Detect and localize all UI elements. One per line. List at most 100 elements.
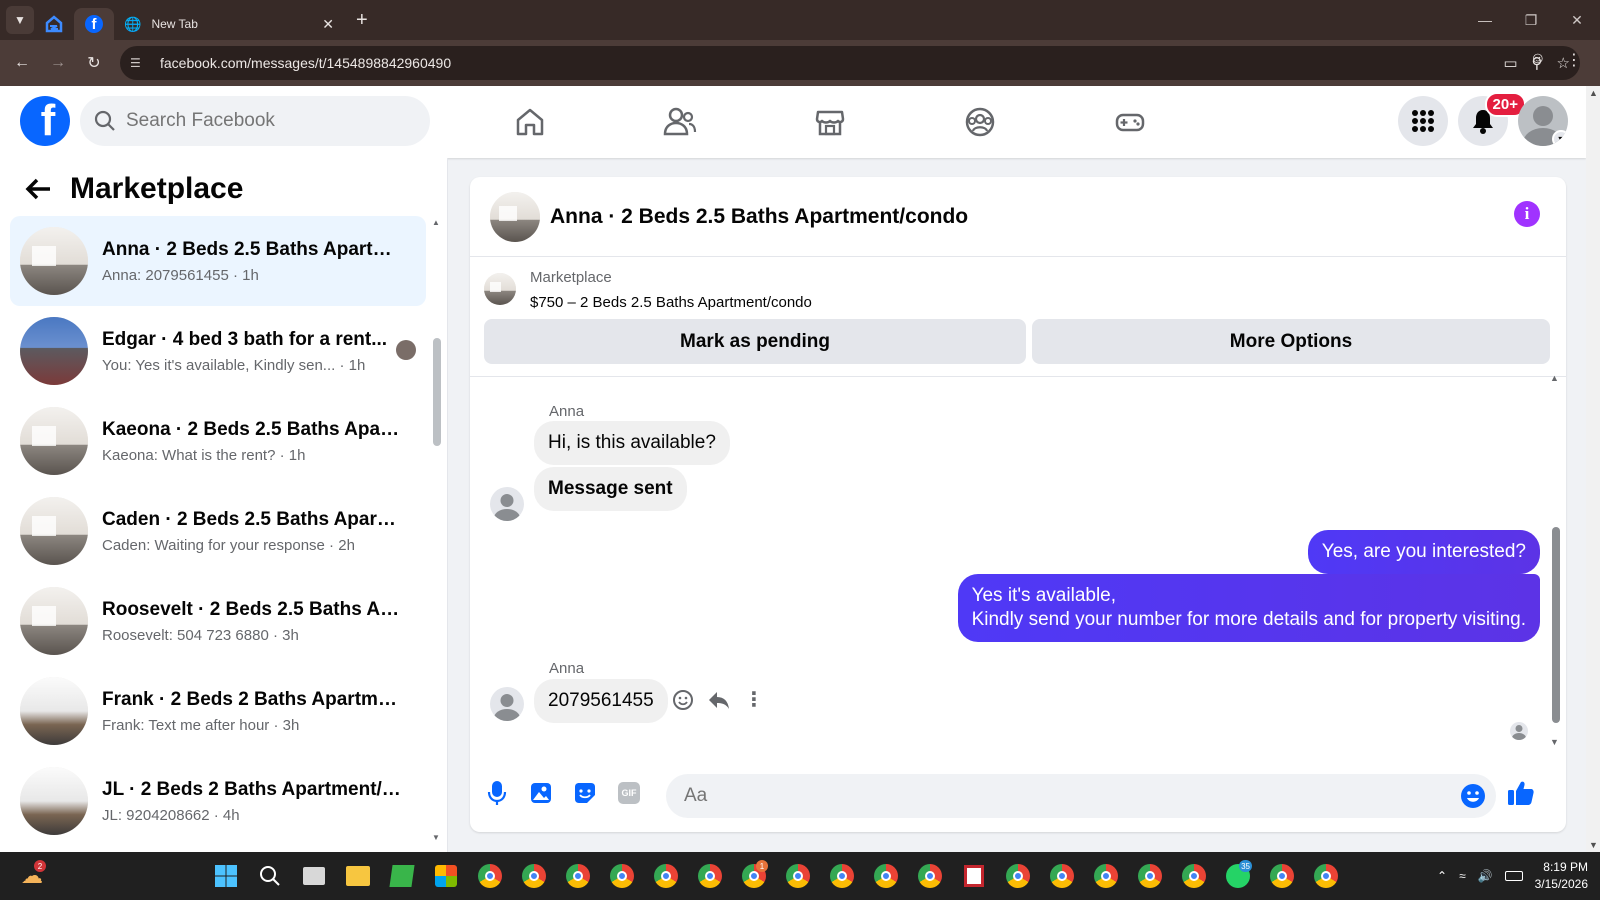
address-bar[interactable]: ☰ facebook.com/messages/t/14548988429604…: [120, 46, 1580, 80]
conversation-item[interactable]: Edgar · 4 bed 3 bath for a rent... You: …: [10, 306, 426, 396]
forward-button[interactable]: →: [40, 45, 76, 81]
close-tab-icon[interactable]: ✕: [322, 16, 334, 33]
taskbar-chrome[interactable]: [1090, 860, 1122, 892]
notifications-button[interactable]: 20+: [1458, 92, 1526, 146]
taskbar-chrome[interactable]: [914, 860, 946, 892]
account-avatar[interactable]: ▼: [1518, 96, 1568, 146]
message-bubble[interactable]: Hi, is this available?: [534, 421, 730, 465]
scrollbar-thumb[interactable]: [433, 338, 441, 446]
tab-pinned-zillow[interactable]: [34, 8, 74, 40]
taskbar-whatsapp[interactable]: 35: [1222, 860, 1254, 892]
profile-icon[interactable]: ☺: [1530, 50, 1546, 68]
send-like-button[interactable]: [1506, 778, 1536, 808]
nav-marketplace[interactable]: [755, 94, 905, 150]
conversation-item[interactable]: Frank · 2 Beds 2 Baths Apartmen... Frank…: [10, 666, 426, 756]
nav-home[interactable]: [455, 94, 605, 150]
page-scrollbar[interactable]: ▲ ▼: [1586, 86, 1600, 852]
conversation-item[interactable]: Caden · 2 Beds 2.5 Baths Apartm... Caden…: [10, 486, 426, 576]
taskbar-chrome[interactable]: [1046, 860, 1078, 892]
my-message-bubble[interactable]: Yes, are you interested?: [1307, 530, 1540, 574]
scroll-down-icon[interactable]: ▼: [432, 833, 440, 842]
more-options-button[interactable]: More Options: [1032, 319, 1550, 364]
close-window-icon[interactable]: ✕: [1554, 0, 1600, 40]
taskbar-chrome[interactable]: [518, 860, 550, 892]
taskbar-app[interactable]: [386, 860, 418, 892]
clock[interactable]: 8:19 PM 3/15/2026: [1535, 859, 1588, 893]
minimize-icon[interactable]: —: [1462, 0, 1508, 40]
restore-icon[interactable]: ❐: [1508, 0, 1554, 40]
mark-as-pending-button[interactable]: Mark as pending: [484, 319, 1026, 364]
sticker-button[interactable]: [570, 778, 600, 808]
reload-button[interactable]: ↻: [76, 45, 112, 81]
conversation-item[interactable]: Kaeona · 2 Beds 2.5 Baths Apart... Kaeon…: [10, 396, 426, 486]
taskbar-chrome[interactable]: [474, 860, 506, 892]
scrollbar-thumb[interactable]: [1552, 527, 1560, 723]
new-tab-button[interactable]: +: [356, 9, 368, 32]
taskbar-search[interactable]: [254, 860, 286, 892]
scroll-up-icon[interactable]: ▲: [1550, 373, 1559, 383]
reply-icon[interactable]: [708, 690, 730, 710]
react-emoji-icon[interactable]: [672, 689, 694, 711]
nav-friends[interactable]: [605, 94, 755, 150]
taskbar-chrome[interactable]: [606, 860, 638, 892]
scroll-up-icon[interactable]: ▲: [432, 218, 440, 227]
nav-groups[interactable]: [905, 94, 1055, 150]
message-bubble[interactable]: Message sent: [534, 467, 687, 511]
taskbar-chrome[interactable]: [870, 860, 902, 892]
attach-photo-button[interactable]: [526, 778, 556, 808]
info-icon[interactable]: i: [1514, 201, 1540, 227]
message-bubble[interactable]: 2079561455: [534, 679, 668, 723]
wifi-icon[interactable]: ≈: [1459, 869, 1466, 883]
taskbar-chrome[interactable]: [694, 860, 726, 892]
file-explorer[interactable]: [342, 860, 374, 892]
start-button[interactable]: [210, 860, 242, 892]
taskbar-chrome[interactable]: [782, 860, 814, 892]
volume-icon[interactable]: 🔊: [1478, 869, 1493, 883]
tab-facebook[interactable]: f: [74, 8, 114, 40]
microsoft-store[interactable]: [430, 860, 462, 892]
back-arrow-icon[interactable]: [24, 177, 52, 201]
taskbar-chrome[interactable]: [1266, 860, 1298, 892]
message-input[interactable]: [684, 785, 1444, 807]
menu-button[interactable]: [1398, 96, 1448, 146]
taskbar-chrome[interactable]: [650, 860, 682, 892]
weather-widget[interactable]: ☁ 2: [16, 860, 48, 892]
gif-button[interactable]: GIF: [614, 778, 644, 808]
chat-listing-thumbnail[interactable]: [490, 191, 540, 242]
tab-new-tab[interactable]: 🌐 New Tab ✕: [114, 8, 344, 40]
search-box[interactable]: [80, 96, 430, 146]
conversation-item[interactable]: Anna · 2 Beds 2.5 Baths Apartme... Anna:…: [10, 216, 426, 306]
tray-overflow-icon[interactable]: ⌃: [1437, 869, 1447, 883]
chat-scrollbar[interactable]: ▲ ▼: [1550, 373, 1560, 747]
task-view[interactable]: [298, 860, 330, 892]
taskbar-chrome[interactable]: [1178, 860, 1210, 892]
conversation-item[interactable]: JL · 2 Beds 2 Baths Apartment/c... JL: 9…: [10, 756, 426, 846]
install-app-icon[interactable]: ▭: [1503, 54, 1517, 72]
sidebar-scrollbar[interactable]: ▲ ▼: [431, 218, 441, 842]
emoji-icon[interactable]: [1460, 783, 1486, 809]
site-info-icon[interactable]: ☰: [130, 56, 150, 70]
taskbar-chrome[interactable]: [1002, 860, 1034, 892]
voice-clip-button[interactable]: [482, 778, 512, 808]
facebook-logo[interactable]: f: [20, 96, 70, 146]
sender-avatar[interactable]: [490, 687, 524, 721]
scroll-up-icon[interactable]: ▲: [1589, 88, 1598, 98]
tab-search-button[interactable]: ▼: [6, 6, 34, 34]
my-message-bubble[interactable]: Yes it's available, Kindly send your num…: [957, 574, 1540, 642]
taskbar-chrome[interactable]: 1: [738, 860, 770, 892]
search-input[interactable]: [126, 110, 406, 132]
scroll-down-icon[interactable]: ▼: [1550, 737, 1559, 747]
listing-price[interactable]: $750 – 2 Beds 2.5 Baths Apartment/condo: [530, 294, 1552, 311]
more-actions-icon[interactable]: ⋮: [744, 687, 764, 712]
taskbar-app[interactable]: [958, 860, 990, 892]
taskbar-chrome[interactable]: [562, 860, 594, 892]
taskbar-chrome[interactable]: [1134, 860, 1166, 892]
scroll-down-icon[interactable]: ▼: [1589, 840, 1598, 850]
nav-gaming[interactable]: [1055, 94, 1205, 150]
back-button[interactable]: ←: [4, 45, 40, 81]
kebab-menu-icon[interactable]: ⋮: [1566, 50, 1582, 70]
taskbar-chrome[interactable]: [1310, 860, 1342, 892]
taskbar-chrome[interactable]: [826, 860, 858, 892]
chat-title[interactable]: Anna · 2 Beds 2.5 Baths Apartment/condo: [550, 205, 968, 229]
message-input-box[interactable]: [666, 774, 1496, 818]
